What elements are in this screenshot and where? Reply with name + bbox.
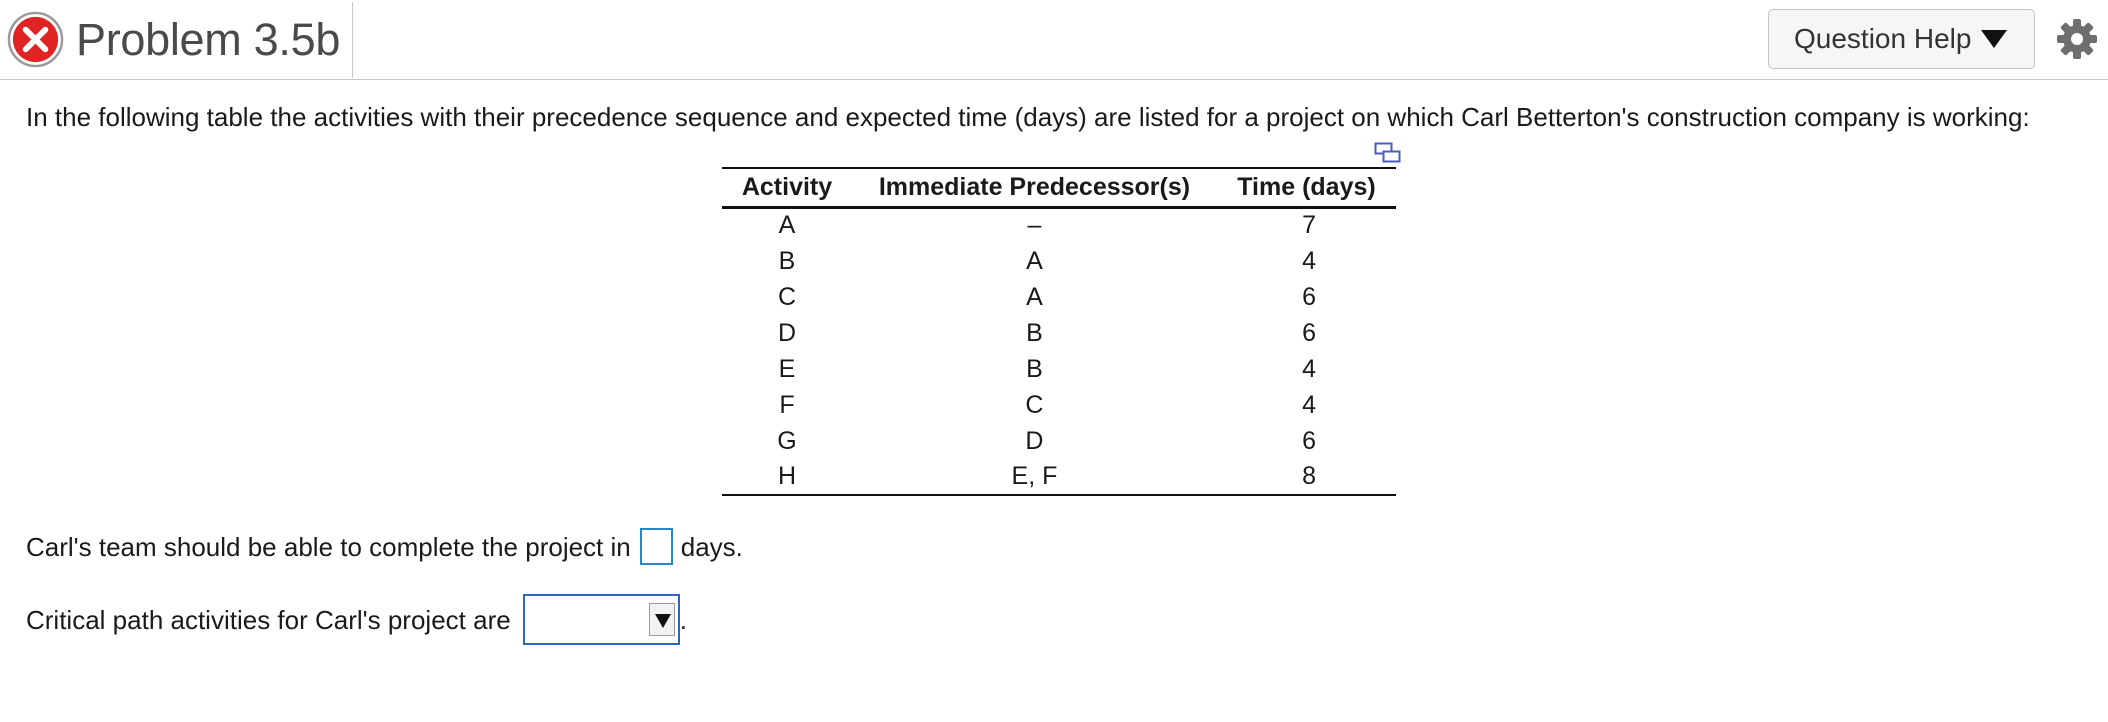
table-row: A – 7	[722, 207, 1396, 243]
time-cell: 7	[1302, 211, 1316, 240]
gear-icon[interactable]	[2055, 17, 2099, 61]
predecessor-cell: D	[1025, 426, 1044, 455]
activity-cell: A	[778, 211, 796, 240]
x-circle-icon	[7, 11, 64, 68]
time-cell: 4	[1302, 390, 1316, 419]
time-cell: 6	[1302, 318, 1316, 347]
table-row: G D 6	[722, 423, 1396, 459]
time-cell: 6	[1302, 426, 1316, 455]
predecessor-cell: C	[1025, 390, 1044, 419]
critical-path-question: Critical path activities for Carl's proj…	[26, 594, 687, 645]
page-title: Problem 3.5b	[76, 14, 341, 65]
triangle-down-icon[interactable]	[648, 603, 675, 636]
completion-time-question: Carl's team should be able to complete t…	[26, 528, 743, 565]
intro-text: In the following table the activities wi…	[26, 102, 2030, 132]
completion-time-unit: days.	[680, 531, 743, 562]
table-row: F C 4	[722, 387, 1396, 423]
completion-days-input[interactable]	[639, 528, 673, 565]
time-cell: 8	[1302, 462, 1316, 490]
predecessor-cell: B	[1026, 354, 1043, 383]
activity-cell: H	[777, 462, 797, 490]
table-row: D B 6	[722, 315, 1396, 351]
activity-cell: B	[778, 246, 796, 275]
activity-cell: C	[777, 282, 797, 311]
question-help-label: Question Help	[1794, 23, 1972, 54]
table-header-row: Activity Immediate Predecessor(s) Time (…	[722, 168, 1396, 207]
critical-path-prompt: Critical path activities for Carl's proj…	[26, 604, 511, 635]
question-help-button[interactable]: Question Help	[1768, 9, 2035, 69]
copy-table-icon[interactable]	[1374, 142, 1402, 164]
column-header-time: Time (days)	[1237, 172, 1376, 201]
predecessor-cell: E, F	[1011, 462, 1058, 490]
activity-cell: G	[777, 426, 797, 455]
sentence-period: .	[679, 604, 687, 635]
activity-cell: D	[777, 318, 797, 347]
activity-cell: F	[779, 390, 795, 419]
table-row: H E, F 8	[722, 459, 1396, 495]
critical-path-dropdown[interactable]	[522, 594, 680, 645]
chevron-down-icon	[1981, 30, 2008, 48]
completion-time-prompt: Carl's team should be able to complete t…	[26, 531, 631, 562]
table-row: E B 4	[722, 351, 1396, 387]
time-cell: 4	[1302, 246, 1316, 275]
header-bar: Problem 3.5b Question Help	[0, 0, 2108, 80]
activity-table: Activity Immediate Predecessor(s) Time (…	[722, 167, 1396, 496]
table-row: B A 4	[722, 243, 1396, 279]
column-header-activity: Activity	[741, 172, 833, 201]
predecessor-cell: A	[1026, 246, 1043, 275]
activity-cell: E	[778, 354, 796, 383]
time-cell: 6	[1302, 282, 1316, 311]
title-divider	[352, 2, 353, 78]
predecessor-cell: –	[1027, 211, 1042, 240]
column-header-predecessors: Immediate Predecessor(s)	[878, 172, 1191, 201]
predecessor-cell: A	[1026, 282, 1043, 311]
time-cell: 4	[1302, 354, 1316, 383]
predecessor-cell: B	[1026, 318, 1043, 347]
table-row: C A 6	[722, 279, 1396, 315]
